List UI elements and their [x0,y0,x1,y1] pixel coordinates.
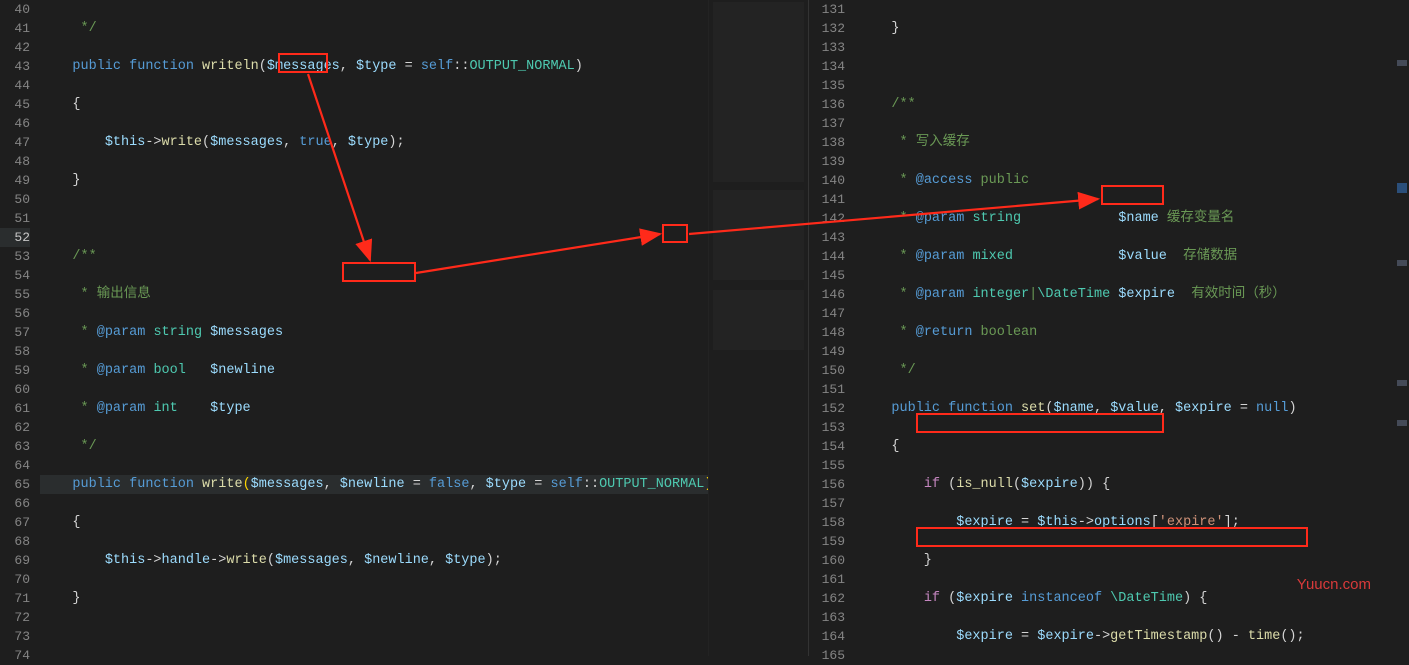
line-number: 51 [0,209,30,228]
line-number: 161 [809,570,845,589]
line-number: 43 [0,57,30,76]
line-number: 40 [0,0,30,19]
watermark: Yuucn.com [1297,576,1371,593]
line-number: 73 [0,627,30,646]
line-number: 70 [0,570,30,589]
line-number: 62 [0,418,30,437]
line-number: 147 [809,304,845,323]
line-number: 155 [809,456,845,475]
line-number: 135 [809,76,845,95]
line-number: 137 [809,114,845,133]
line-number: 152 [809,399,845,418]
right-scrollbar[interactable] [1395,0,1409,656]
line-number: 139 [809,152,845,171]
line-number: 151 [809,380,845,399]
line-number: 158 [809,513,845,532]
line-number: 138 [809,133,845,152]
line-number: 145 [809,266,845,285]
line-number: 149 [809,342,845,361]
right-editor-pane: 131 132 133 134 135 136 137 138 139 140 … [808,0,1409,656]
line-number: 47 [0,133,30,152]
line-number: 49 [0,171,30,190]
line-number: 63 [0,437,30,456]
line-number: 69 [0,551,30,570]
line-number: 50 [0,190,30,209]
left-gutter: 40 41 42 43 44 45 46 47 48 49 50 51 52 5… [0,0,40,656]
line-number: 41 [0,19,30,38]
right-gutter: 131 132 133 134 135 136 137 138 139 140 … [809,0,859,656]
line-number: 146 [809,285,845,304]
line-number: 148 [809,323,845,342]
line-number: 150 [809,361,845,380]
line-number: 45 [0,95,30,114]
line-number: 140 [809,171,845,190]
line-number: 144 [809,247,845,266]
line-number: 57 [0,323,30,342]
line-number: 53 [0,247,30,266]
line-number: 61 [0,399,30,418]
line-number: 141 [809,190,845,209]
line-number: 66 [0,494,30,513]
line-number: 133 [809,38,845,57]
line-number: 143 [809,228,845,247]
left-minimap[interactable] [708,0,808,656]
left-editor-pane: 40 41 42 43 44 45 46 47 48 49 50 51 52 5… [0,0,808,656]
line-number: 54 [0,266,30,285]
line-number: 156 [809,475,845,494]
line-number: 60 [0,380,30,399]
left-code-area[interactable]: */ public function writeln($messages, $t… [40,0,708,656]
line-number: 132 [809,19,845,38]
line-number-active: 52 [0,228,30,247]
line-number: 59 [0,361,30,380]
line-number: 154 [809,437,845,456]
line-number: 163 [809,608,845,627]
line-number: 164 [809,627,845,646]
line-number: 55 [0,285,30,304]
line-number: 131 [809,0,845,19]
line-number: 48 [0,152,30,171]
line-number: 65 [0,475,30,494]
line-number: 142 [809,209,845,228]
line-number: 159 [809,532,845,551]
editor-split: 40 41 42 43 44 45 46 47 48 49 50 51 52 5… [0,0,1409,656]
line-number: 157 [809,494,845,513]
line-number: 46 [0,114,30,133]
line-number: 136 [809,95,845,114]
line-number: 71 [0,589,30,608]
line-number: 44 [0,76,30,95]
line-number: 72 [0,608,30,627]
line-number: 67 [0,513,30,532]
line-number: 58 [0,342,30,361]
line-number: 134 [809,57,845,76]
line-number: 64 [0,456,30,475]
line-number: 160 [809,551,845,570]
line-number: 68 [0,532,30,551]
line-number: 153 [809,418,845,437]
right-code-area[interactable]: } /** * 写入缓存 * @access public * @param s… [859,0,1409,656]
line-number: 42 [0,38,30,57]
line-number: 56 [0,304,30,323]
line-number: 162 [809,589,845,608]
